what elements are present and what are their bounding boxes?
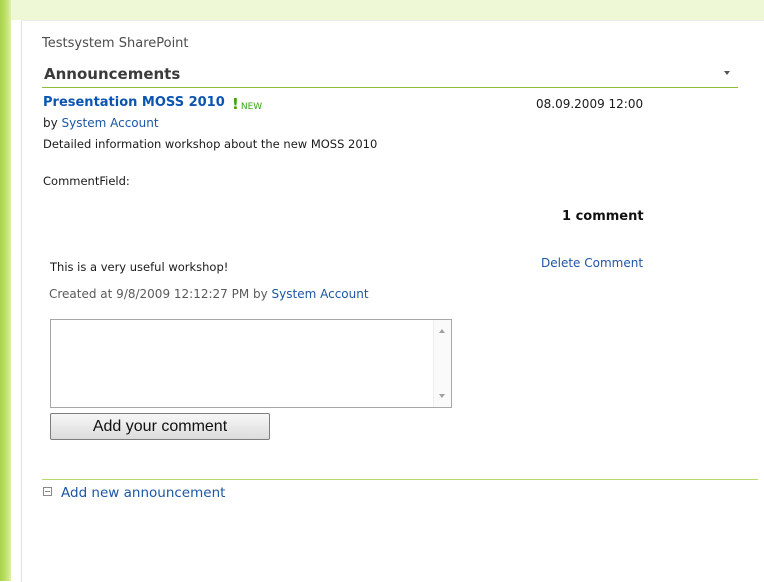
web-part-header: Announcements xyxy=(42,63,738,88)
comment-created-line: Created at 9/8/2009 12:12:27 PM by Syste… xyxy=(49,287,369,301)
add-new-announcement-link[interactable]: Add new announcement xyxy=(43,485,225,501)
web-part-panel: Testsystem SharePoint Announcements Pres… xyxy=(21,20,764,582)
comment-author-link[interactable]: System Account xyxy=(272,287,369,301)
add-new-label: Add new announcement xyxy=(61,485,226,501)
announcement-title-link[interactable]: Presentation MOSS 2010 xyxy=(43,95,225,110)
add-square-icon xyxy=(43,487,52,496)
comment-count: 1 comment xyxy=(562,209,644,224)
by-prefix: by xyxy=(43,116,58,130)
new-badge-label: NEW xyxy=(240,102,263,112)
delete-comment-link[interactable]: Delete Comment xyxy=(541,256,643,270)
author-link[interactable]: System Account xyxy=(62,116,159,130)
comment-textarea[interactable] xyxy=(50,319,452,408)
dropdown-arrow-icon[interactable] xyxy=(724,71,730,75)
scroll-down-icon[interactable] xyxy=(439,394,445,398)
scroll-up-icon[interactable] xyxy=(439,329,445,333)
new-badge: ! NEW xyxy=(232,95,262,113)
announcement-date: 08.09.2009 12:00 xyxy=(536,97,644,111)
add-comment-button[interactable]: Add your comment xyxy=(50,413,270,440)
new-exclamation-icon: ! xyxy=(232,95,239,113)
comment-text: This is a very useful workshop! xyxy=(50,260,229,274)
footer-divider xyxy=(42,479,758,480)
comment-field-label: CommentField: xyxy=(43,174,130,188)
created-prefix: Created at 9/8/2009 12:12:27 PM by xyxy=(49,287,268,301)
top-band xyxy=(0,0,764,20)
web-part-title: Announcements xyxy=(44,65,181,83)
announcement-description: Detailed information workshop about the … xyxy=(43,137,378,151)
textarea-scrollbar[interactable] xyxy=(433,320,451,407)
author-line: by System Account xyxy=(43,116,159,130)
left-accent-band xyxy=(0,0,11,581)
site-title: Testsystem SharePoint xyxy=(42,36,189,51)
